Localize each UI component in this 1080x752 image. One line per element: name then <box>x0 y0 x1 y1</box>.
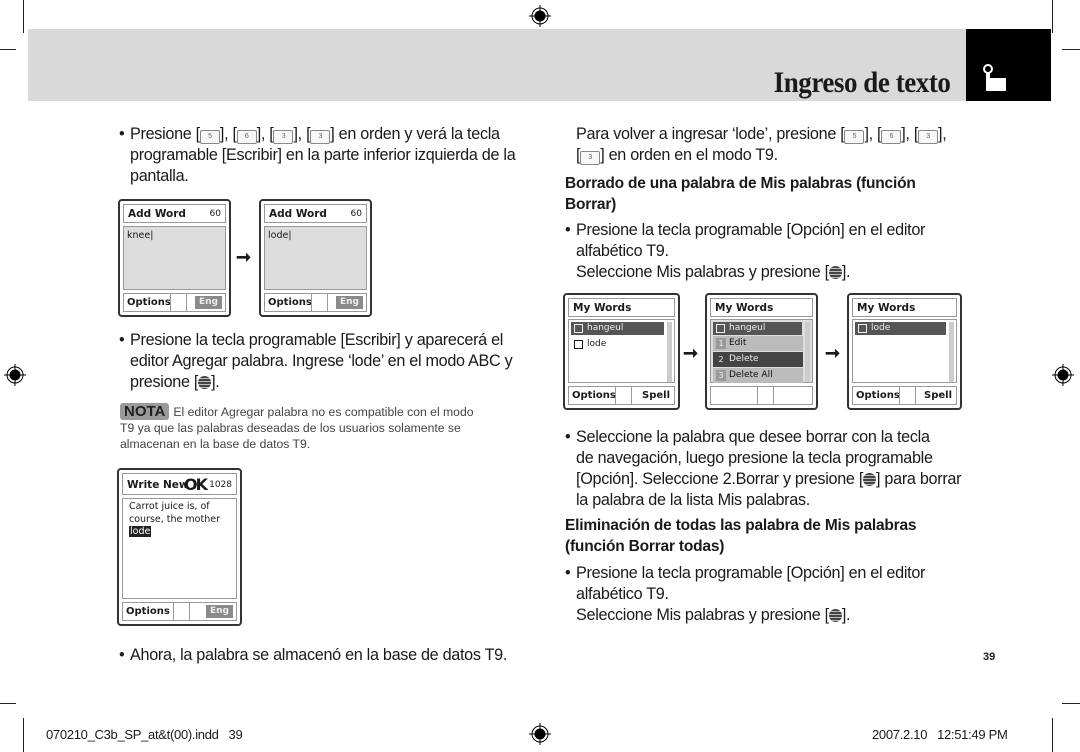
key-6-icon: 6 <box>881 130 902 144</box>
hand-pointer-icon <box>983 64 1006 91</box>
scrollbar <box>805 322 810 382</box>
word-icon <box>716 324 725 333</box>
delete-all-bullet: • Presione la tecla programable [Opción]… <box>565 564 926 624</box>
arrow-icon: ➞ <box>236 247 252 267</box>
ok-key-icon <box>828 266 842 279</box>
phone-screen-write-new: Write New OK 1028 Carrot juice is, of co… <box>117 468 242 626</box>
list-item: hangeul <box>713 322 802 335</box>
crop-mark <box>23 718 24 752</box>
key-6-icon: 6 <box>236 130 257 144</box>
list-item: hangeul <box>571 322 664 335</box>
delete-bullet-1: • Presione la tecla programable [Opción]… <box>565 221 926 281</box>
crop-mark <box>23 0 24 33</box>
scrollbar <box>667 322 672 382</box>
key-3-icon: 3 <box>918 130 939 144</box>
key-3-icon: 3 <box>580 151 601 165</box>
key-3-icon: 3 <box>273 130 294 144</box>
crop-mark <box>1062 49 1080 50</box>
delete-bullet-2: • Seleccione la palabra que desee borrar… <box>565 428 962 509</box>
phone-screen-my-words-menu: My Words hangeul 1 Edit 2 Delete 3 Delete A… <box>705 293 818 410</box>
section-heading-delete-all: Eliminación de todas las palabra de Mis … <box>565 517 917 555</box>
crop-mark <box>0 703 16 704</box>
instruction-bullet-3: • Ahora, la palabra se almacenó en la ba… <box>119 646 508 664</box>
note-box: NOTA El editor Agregar palabra no es comp… <box>120 403 474 451</box>
registration-mark-icon <box>1052 364 1074 386</box>
instruction-bullet-1: • Presione [5], [6], [3], [3] en orden y… <box>119 125 516 185</box>
ok-key-icon <box>828 609 842 622</box>
note-badge: NOTA <box>120 403 170 420</box>
footer-filename: 070210_C3b_SP_at&t(00).indd 39 <box>46 727 243 742</box>
phone-screen-add-word: Add Word 60 lode| Options Eng <box>259 199 372 317</box>
word-icon <box>574 340 583 349</box>
menu-item-edit: 1 Edit <box>713 336 803 351</box>
word-icon <box>858 324 867 333</box>
scrollbar <box>949 322 954 382</box>
list-item: lode <box>571 338 664 351</box>
crop-mark <box>1052 718 1053 752</box>
registration-mark-icon <box>529 5 551 27</box>
crop-mark <box>0 49 16 50</box>
phone-screen-my-words: My Words hangeul lode Options Spell <box>563 293 680 410</box>
key-5-icon: 5 <box>199 130 220 144</box>
footer-timestamp: 2007.2.10 12:51:49 PM <box>872 727 1008 742</box>
list-item: lode <box>855 322 946 335</box>
arrow-icon: ➞ <box>825 343 841 363</box>
section-heading-delete: Borrado de una palabra de Mis palabras (… <box>565 175 916 213</box>
phone-screen-add-word: Add Word 60 knee| Options Eng <box>118 199 231 317</box>
instruction-bullet-2: • Presione la tecla programable [Escribi… <box>119 331 513 391</box>
phone-screen-my-words: My Words lode Options Spell <box>847 293 962 410</box>
word-icon <box>574 324 583 333</box>
page-title: Ingreso de texto <box>773 66 950 99</box>
key-5-icon: 5 <box>844 130 865 144</box>
section-tab <box>966 29 1051 101</box>
menu-item-delete-all: 3 Delete All <box>713 368 803 383</box>
registration-mark-icon <box>4 364 26 386</box>
crop-mark <box>1052 0 1053 33</box>
highlighted-word: lode <box>129 526 152 537</box>
page-number: 39 <box>983 651 996 663</box>
arrow-icon: ➞ <box>683 343 699 363</box>
menu-item-delete: 2 Delete <box>713 352 803 367</box>
ok-key-icon <box>863 473 877 486</box>
retype-instruction: Para volver a ingresar ‘lode’, presione … <box>576 125 947 165</box>
ok-key-icon <box>198 376 212 389</box>
crop-mark <box>1062 703 1080 704</box>
key-3-icon: 3 <box>310 130 331 144</box>
registration-mark-icon <box>529 723 551 745</box>
